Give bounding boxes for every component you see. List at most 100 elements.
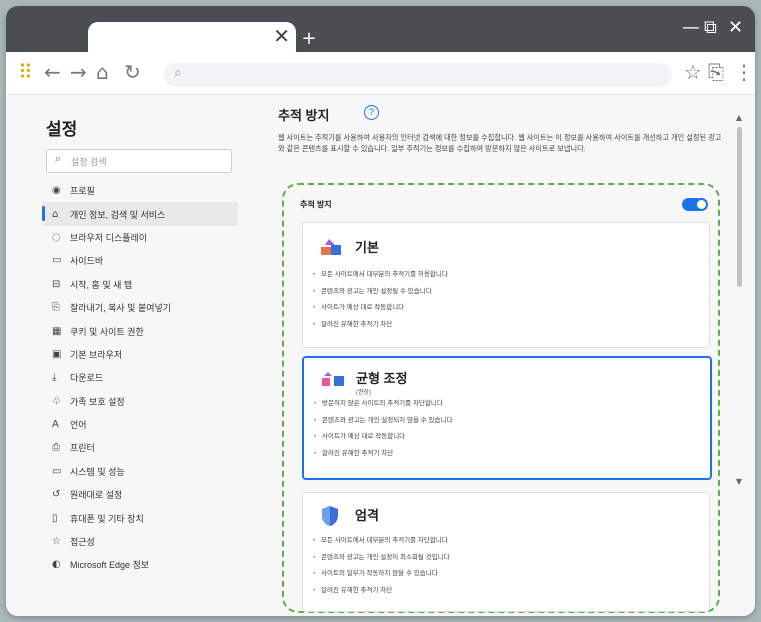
sidebar-item[interactable]: ▦ 쿠키 및 사이트 권한	[42, 319, 238, 342]
sidebar-item-icon: ⌂	[52, 208, 59, 220]
sidebar-item[interactable]: ▭ 시스템 및 성능	[42, 460, 238, 483]
list-item: 사이트가 예상 대로 작동합니다	[314, 429, 452, 446]
sidebar-item-label: 시스템 및 성능	[70, 466, 125, 477]
close-window-icon[interactable]: ✕	[728, 18, 743, 38]
card-basic-list: 모든 사이트에서 대부분의 추적기를 허용합니다 콘텐츠와 광고는 개인 설정될…	[313, 267, 448, 333]
collections-icon[interactable]: ⎘	[708, 61, 724, 83]
new-tab-button[interactable]: +	[296, 28, 322, 52]
tracking-prevention-toggle[interactable]	[682, 198, 708, 211]
scrollbar-thumb[interactable]	[737, 127, 742, 287]
forward-icon[interactable]: →	[70, 61, 87, 83]
scroll-down-icon[interactable]: ▼	[734, 477, 744, 486]
scrollbar[interactable]: ▲ ▼	[734, 113, 744, 607]
home-icon[interactable]: ⌂	[96, 61, 109, 83]
search-placeholder: 설정 검색	[71, 157, 107, 167]
sidebar-item-label: 기본 브라우저	[70, 349, 123, 360]
more-menu-icon[interactable]: ⋮	[734, 61, 754, 83]
search-icon: ⌕	[174, 65, 182, 81]
sidebar-item-label: Microsoft Edge 정보	[70, 560, 150, 571]
sidebar-item[interactable]: ⌂ 개인 정보, 검색 및 서비스	[42, 202, 238, 226]
browser-window: ✕ + — ⧉ ✕ ⠿ ← → ⌂ ↻ ⌕ ☆ ⎘ ⋮ 설정 ⌕ 설정 검색 ◉…	[6, 6, 755, 616]
sidebar-item-label: 언어	[70, 420, 87, 431]
card-balanced-title: 균형 조정	[356, 371, 408, 386]
sidebar-item[interactable]: ▣ 기본 브라우저	[42, 343, 238, 366]
sidebar-item-label: 사이드바	[70, 256, 104, 267]
sidebar-item-icon: A	[52, 419, 59, 431]
sidebar-item[interactable]: ⎙ 프린터	[42, 436, 238, 459]
list-item: 알려진 유해한 추적기 차단	[313, 317, 448, 334]
sidebar-item-icon: ◉	[52, 185, 61, 197]
sidebar-item-label: 쿠키 및 사이트 권한	[70, 326, 144, 337]
sidebar-item[interactable]: ◐ Microsoft Edge 정보	[42, 553, 238, 576]
settings-title: 설정	[46, 120, 78, 139]
sidebar-item[interactable]: ☆ 접근성	[42, 530, 238, 553]
back-icon[interactable]: ←	[44, 61, 61, 83]
sidebar-item[interactable]: ▯ 휴대폰 및 기타 장치	[42, 506, 238, 529]
list-item: 사이트가 예상 대로 작동합니다	[313, 300, 448, 317]
sidebar-item-icon: ▭	[52, 255, 62, 267]
balanced-icon	[322, 372, 344, 386]
card-basic-title: 기본	[355, 240, 379, 255]
list-item: 콘텐츠와 광고는 개인 설정될 수 있습니다	[313, 284, 448, 301]
sidebar-item-label: 휴대폰 및 기타 장치	[70, 513, 144, 524]
refresh-icon[interactable]: ↻	[124, 61, 141, 83]
settings-search-input[interactable]: ⌕ 설정 검색	[46, 149, 232, 173]
card-basic[interactable]: 기본 모든 사이트에서 대부분의 추적기를 허용합니다 콘텐츠와 광고는 개인 …	[302, 222, 710, 348]
list-item: 알려진 유해한 추적기 차단	[314, 446, 452, 463]
settings-sidebar: 설정 ⌕ 설정 검색 ◉ 프로필 ⌂ 개인 정보, 검색 및 서비스 ◌ 브라우저 디스플…	[6, 95, 242, 616]
sidebar-item[interactable]: ⊟ 시작, 홈 및 새 탭	[42, 273, 238, 296]
restore-icon[interactable]: ⧉	[704, 18, 717, 38]
tracking-prevention-label: 추적 방지	[300, 200, 332, 209]
search-icon: ⌕	[55, 153, 62, 165]
sidebar-item-icon: ▭	[52, 465, 62, 477]
sidebar-item-icon: ◌	[52, 231, 61, 243]
sidebar-item[interactable]: ♧ 가족 보호 설정	[42, 390, 238, 413]
basic-icon	[321, 239, 341, 255]
sidebar-item-icon: ⊟	[52, 278, 61, 290]
title-bar: ✕ + — ⧉ ✕	[6, 6, 755, 52]
sidebar-item-label: 프로필	[70, 186, 95, 197]
tracking-description: 웹 사이트는 추적기를 사용하여 사용자의 인터넷 검색에 대한 정보를 수집합…	[278, 133, 722, 153]
list-item: 콘텐츠와 광고는 개인 설정이 최소화될 것입니다	[313, 550, 450, 567]
sidebar-item-label: 잘라내기, 복사 및 붙여넣기	[70, 303, 172, 314]
sidebar-item-icon: ↺	[52, 489, 61, 501]
card-strict[interactable]: 엄격 모든 사이트에서 대부분의 추적기를 차단합니다 콘텐츠와 광고는 개인 …	[302, 492, 710, 612]
sidebar-item-icon: ▣	[52, 348, 62, 360]
tab-close-icon[interactable]: ✕	[273, 24, 290, 48]
settings-page: 설정 ⌕ 설정 검색 ◉ 프로필 ⌂ 개인 정보, 검색 및 서비스 ◌ 브라우저 디스플…	[6, 95, 755, 616]
sidebar-item[interactable]: ⎘ 잘라내기, 복사 및 붙여넣기	[42, 296, 238, 319]
sidebar-item[interactable]: ▭ 사이드바	[42, 249, 238, 272]
sidebar-item-label: 개인 정보, 검색 및 서비스	[70, 209, 166, 220]
sidebar-item-label: 가족 보호 설정	[70, 396, 125, 407]
scroll-up-icon[interactable]: ▲	[734, 113, 744, 122]
help-icon[interactable]: ?	[364, 105, 379, 120]
sidebar-item[interactable]: ◉ 프로필	[42, 179, 238, 202]
sidebar-item-label: 프린터	[70, 443, 95, 454]
browser-tab[interactable]: ✕	[88, 22, 296, 52]
list-item: 사이트의 일부가 작동하지 않을 수 있습니다	[313, 566, 450, 583]
sidebar-item-icon: ⤓	[52, 372, 57, 384]
card-balanced[interactable]: 균형 조정 (권장) 방문하지 않은 사이트의 추적기를 차단합니다 콘텐츠와 …	[302, 356, 712, 480]
sidebar-item-icon: ♧	[52, 395, 61, 407]
sidebar-item-icon: ◐	[52, 559, 61, 571]
sidebar-item-label: 원래대로 설정	[70, 490, 123, 501]
sidebar-item-label: 브라우저 디스플레이	[70, 232, 148, 243]
apps-icon[interactable]: ⠿	[18, 61, 33, 83]
favorite-icon[interactable]: ☆	[684, 61, 702, 83]
card-strict-list: 모든 사이트에서 대부분의 추적기를 차단합니다 콘텐츠와 광고는 개인 설정이…	[313, 533, 450, 599]
minimize-icon[interactable]: —	[682, 18, 700, 38]
sidebar-item-icon: ▯	[52, 512, 58, 524]
sidebar-item[interactable]: A 언어	[42, 413, 238, 436]
sidebar-item-label: 다운로드	[70, 373, 104, 384]
card-balanced-list: 방문하지 않은 사이트의 추적기를 차단합니다 콘텐츠와 광고는 개인 설정되지…	[314, 396, 452, 462]
sidebar-item[interactable]: ↺ 원래대로 설정	[42, 483, 238, 506]
sidebar-item[interactable]: ⤓ 다운로드	[42, 366, 238, 389]
page-title: 추적 방지	[278, 108, 330, 123]
list-item: 알려진 유해한 추적기 차단	[313, 583, 450, 600]
settings-menu: ◉ 프로필 ⌂ 개인 정보, 검색 및 서비스 ◌ 브라우저 디스플레이 ▭ 사이드바 ⊟ 시작,…	[42, 179, 238, 577]
sidebar-item[interactable]: ◌ 브라우저 디스플레이	[42, 226, 238, 249]
card-strict-title: 엄격	[355, 508, 379, 523]
sidebar-item-icon: ▦	[52, 325, 62, 337]
sidebar-item-icon: ⎙	[52, 442, 60, 454]
address-bar[interactable]: ⌕	[164, 63, 672, 87]
